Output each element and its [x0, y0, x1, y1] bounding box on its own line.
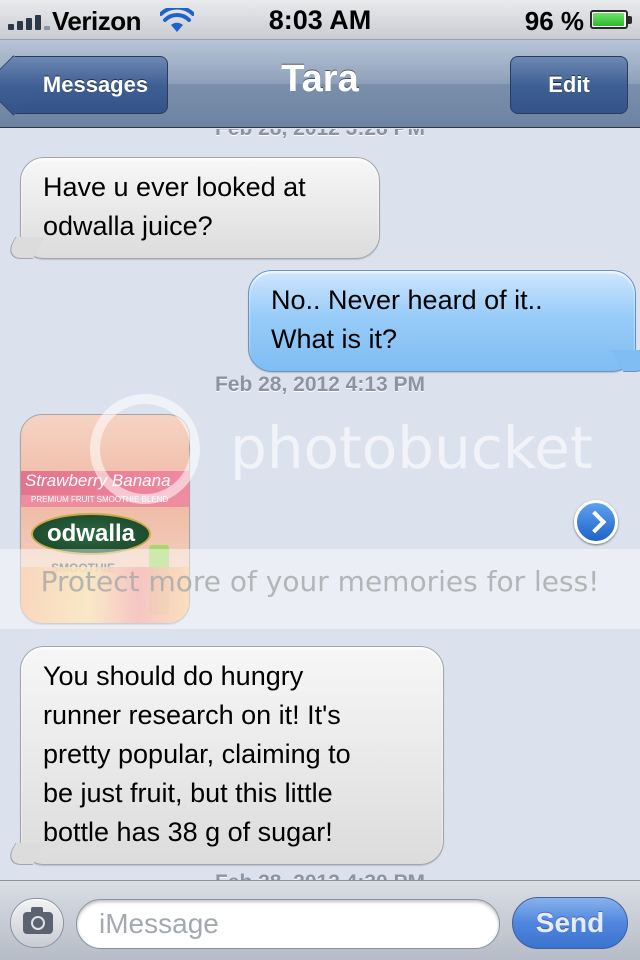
status-bar: Verizon 8:03 AM 96 % [0, 0, 640, 40]
back-button-label: Messages [42, 72, 149, 97]
message-line: bottle has 38 g of sugar! [43, 817, 333, 847]
edit-button-label: Edit [548, 72, 590, 97]
watermark-brand: photobucket [230, 414, 593, 482]
message-line: You should do hungry [43, 661, 304, 691]
message-line: be just fruit, but this little [43, 778, 333, 808]
message-line: No.. Never heard of it.. [271, 285, 543, 315]
imessage-input[interactable] [76, 899, 500, 949]
battery-fill [593, 13, 624, 26]
message-input-bar: Send [0, 880, 640, 960]
message-bubble-outgoing[interactable]: No.. Never heard of it.. What is it? [248, 270, 640, 372]
message-bubble-incoming[interactable]: You should do hungry runner research on … [2, 646, 444, 865]
message-line: pretty popular, claiming to [43, 739, 351, 769]
bubble-tail [2, 237, 46, 259]
timestamp: Feb 28, 2012 3:28 PM [0, 129, 640, 141]
bubble-tail [2, 843, 46, 865]
edit-button[interactable]: Edit [510, 56, 628, 114]
photo-product-sublabel: PREMIUM FRUIT SMOOTHIE BLEND [21, 495, 189, 507]
camera-icon [23, 907, 53, 934]
message-bubble-incoming[interactable]: Have u ever looked at odwalla juice? [2, 157, 380, 259]
battery-icon [590, 10, 632, 29]
camera-button[interactable] [10, 898, 64, 948]
watermark-tagline: Protect more of your memories for less! [40, 565, 600, 598]
photo-product-label: Strawberry Banana [21, 471, 189, 495]
send-button[interactable]: Send [512, 897, 628, 949]
bubble-tail [610, 350, 640, 372]
message-line: What is it? [271, 324, 398, 354]
conversation-thread[interactable]: Feb 28, 2012 3:28 PM Have u ever looked … [0, 129, 640, 880]
send-button-label: Send [535, 907, 605, 938]
message-line: odwalla juice? [43, 211, 213, 241]
message-line: Have u ever looked at [43, 172, 306, 202]
navigation-bar: Messages Tara Edit [0, 40, 640, 128]
timestamp: Feb 28, 2012 4:13 PM [214, 373, 426, 396]
timestamp: Feb 28, 2012 4:30 PM [0, 871, 640, 880]
forward-chevron-icon[interactable] [574, 500, 618, 544]
battery-percentage: 96 % [524, 6, 584, 36]
message-line: runner research on it! It's [43, 700, 341, 730]
